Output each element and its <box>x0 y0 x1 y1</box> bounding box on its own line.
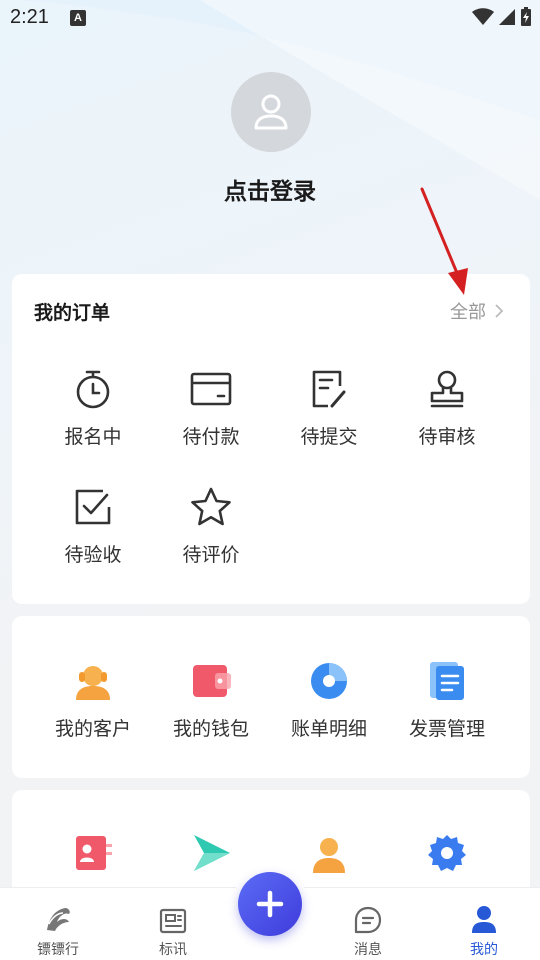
order-item-label: 待审核 <box>418 426 476 448</box>
star-icon <box>191 487 231 526</box>
document-edit-icon <box>312 370 346 408</box>
order-item-label: 报名中 <box>64 426 122 448</box>
order-item-pending-submit[interactable]: 待提交 <box>270 366 388 449</box>
more-item-settings[interactable] <box>388 830 506 876</box>
order-item-label: 待付款 <box>182 426 240 448</box>
customer-icon <box>76 666 110 700</box>
nav-item-mine[interactable]: 我的 <box>430 888 538 960</box>
person-icon <box>313 838 345 873</box>
more-item-person[interactable] <box>270 830 388 876</box>
status-icons <box>472 7 532 27</box>
nav-item-home[interactable]: 镖镖行 <box>4 888 112 960</box>
order-item-pending-acceptance[interactable]: 待验收 <box>34 484 152 567</box>
nav-label: 我的 <box>470 942 498 958</box>
send-arrow-icon <box>194 835 230 871</box>
service-item-bill-details[interactable]: 账单明细 <box>270 658 388 741</box>
stamp-icon <box>430 370 464 408</box>
nav-label: 镖镖行 <box>37 942 79 958</box>
login-link[interactable]: 点击登录 <box>0 172 540 206</box>
service-item-invoice[interactable]: 发票管理 <box>388 658 506 741</box>
nav-item-bids[interactable]: 标讯 <box>119 888 227 960</box>
order-item-pending-rating[interactable]: 待评价 <box>152 484 270 567</box>
order-item-label: 待评价 <box>182 544 240 566</box>
service-item-label: 我的客户 <box>54 718 131 740</box>
message-bubble-icon <box>354 906 382 934</box>
notification-a-icon: A <box>70 10 86 26</box>
status-bar: 2:21 A <box>0 0 540 36</box>
avatar[interactable] <box>231 72 311 152</box>
nav-item-messages[interactable]: 消息 <box>314 888 422 960</box>
nav-label: 标讯 <box>159 942 187 958</box>
order-item-registering[interactable]: 报名中 <box>34 366 152 449</box>
user-placeholder-icon <box>254 94 288 130</box>
newspaper-icon <box>159 908 187 934</box>
invoice-icon <box>430 662 464 700</box>
nav-label: 消息 <box>354 942 382 958</box>
service-item-customers[interactable]: 我的客户 <box>34 658 152 741</box>
wallet-card-icon <box>190 372 232 406</box>
wifi-icon <box>472 8 494 25</box>
orders-all-link[interactable]: 全部 <box>450 298 504 324</box>
user-profile-icon <box>472 906 496 933</box>
chevron-right-icon <box>495 304 504 318</box>
orders-card: 我的订单 全部 报名中 待付款 待提交 待审核 待验收 待评价 <box>12 274 530 604</box>
service-item-label: 账单明细 <box>290 718 367 740</box>
add-button[interactable] <box>238 872 302 936</box>
fab-container <box>232 866 308 942</box>
service-item-wallet[interactable]: 我的钱包 <box>152 658 270 741</box>
orders-all-label: 全部 <box>450 302 486 323</box>
services-card: 我的客户 我的钱包 账单明细 发票管理 <box>12 616 530 778</box>
status-time: 2:21 <box>10 6 49 28</box>
id-card-icon <box>76 836 112 870</box>
order-item-pending-payment[interactable]: 待付款 <box>152 366 270 449</box>
wallet-icon <box>193 665 231 697</box>
cell-signal-icon <box>499 9 515 25</box>
battery-charging-icon <box>521 7 531 26</box>
pie-chart-icon <box>311 663 347 699</box>
horse-logo-icon <box>47 908 70 931</box>
plus-icon <box>256 890 284 918</box>
service-item-label: 发票管理 <box>408 718 485 740</box>
checkbox-icon <box>75 489 111 525</box>
order-item-label: 待提交 <box>300 426 358 448</box>
orders-title: 我的订单 <box>34 302 111 324</box>
order-item-pending-review[interactable]: 待审核 <box>388 366 506 449</box>
stopwatch-icon <box>76 370 110 409</box>
order-item-label: 待验收 <box>64 544 122 566</box>
more-item-id-card[interactable] <box>34 830 152 876</box>
service-item-label: 我的钱包 <box>172 718 249 740</box>
settings-gear-icon <box>428 835 466 871</box>
